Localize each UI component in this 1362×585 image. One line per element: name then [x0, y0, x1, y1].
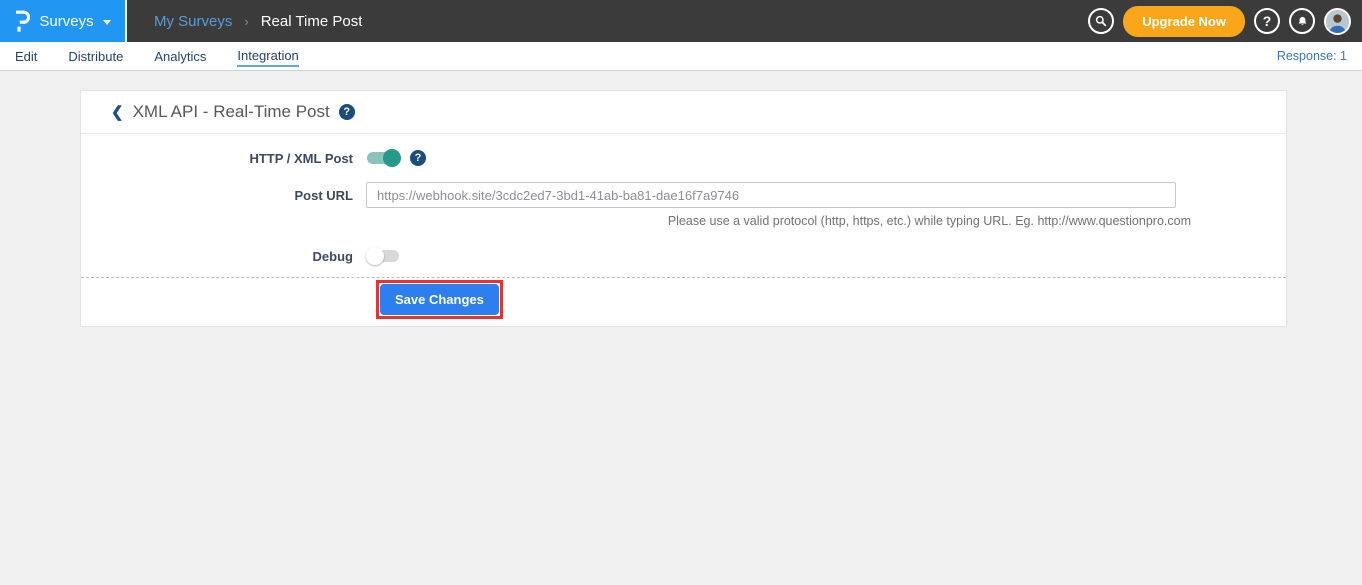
- http-xml-post-row: HTTP / XML Post ?: [81, 147, 1286, 169]
- breadcrumb-separator-icon: ›: [244, 14, 248, 29]
- http-xml-post-help-icon[interactable]: ?: [410, 150, 426, 166]
- tab-integration[interactable]: Integration: [237, 46, 298, 67]
- topbar-actions: Upgrade Now ?: [1088, 6, 1362, 37]
- survey-subnav: Edit Distribute Analytics Integration Re…: [0, 42, 1362, 71]
- chevron-down-icon: [103, 20, 111, 25]
- top-navbar: Surveys My Surveys › Real Time Post Upgr…: [0, 0, 1362, 42]
- user-avatar[interactable]: [1324, 8, 1351, 35]
- back-icon[interactable]: ❮: [111, 103, 124, 121]
- breadcrumb-my-surveys[interactable]: My Surveys: [154, 13, 232, 30]
- panel-header: ❮ XML API - Real-Time Post ?: [81, 91, 1286, 134]
- panel-body: HTTP / XML Post ? Post URL Please use a …: [81, 134, 1286, 326]
- http-xml-post-toggle[interactable]: [366, 148, 402, 168]
- panel-footer: Save Changes: [81, 278, 1286, 326]
- post-url-hint-row: Please use a valid protocol (http, https…: [81, 214, 1286, 228]
- product-label: Surveys: [39, 13, 93, 30]
- tab-edit[interactable]: Edit: [15, 47, 37, 66]
- title-help-icon[interactable]: ?: [339, 104, 355, 120]
- toggle-knob: [366, 247, 384, 265]
- toggle-knob: [383, 149, 401, 167]
- search-icon[interactable]: [1088, 8, 1114, 34]
- post-url-row: Post URL: [81, 182, 1286, 208]
- post-url-hint: Please use a valid protocol (http, https…: [379, 214, 1191, 228]
- tab-analytics[interactable]: Analytics: [154, 47, 206, 66]
- http-xml-post-label: HTTP / XML Post: [81, 151, 366, 166]
- xml-api-panel: ❮ XML API - Real-Time Post ? HTTP / XML …: [80, 90, 1287, 327]
- questionpro-logo-icon: [14, 10, 30, 32]
- debug-row: Debug: [81, 245, 1286, 267]
- page-title: XML API - Real-Time Post: [133, 102, 330, 122]
- post-url-input[interactable]: [366, 182, 1176, 208]
- breadcrumb: My Surveys › Real Time Post: [154, 13, 362, 30]
- help-icon[interactable]: ?: [1254, 8, 1280, 34]
- breadcrumb-current-page: Real Time Post: [261, 13, 363, 30]
- save-changes-button[interactable]: Save Changes: [380, 284, 499, 315]
- post-url-label: Post URL: [81, 188, 366, 203]
- upgrade-now-button[interactable]: Upgrade Now: [1123, 6, 1245, 37]
- response-count[interactable]: Response: 1: [1277, 49, 1347, 63]
- tab-distribute[interactable]: Distribute: [68, 47, 123, 66]
- debug-toggle[interactable]: [366, 246, 402, 266]
- surveys-product-menu[interactable]: Surveys: [0, 0, 127, 42]
- annotation-highlight-box: Save Changes: [376, 280, 503, 319]
- notifications-bell-icon[interactable]: [1289, 8, 1315, 34]
- debug-label: Debug: [81, 249, 366, 264]
